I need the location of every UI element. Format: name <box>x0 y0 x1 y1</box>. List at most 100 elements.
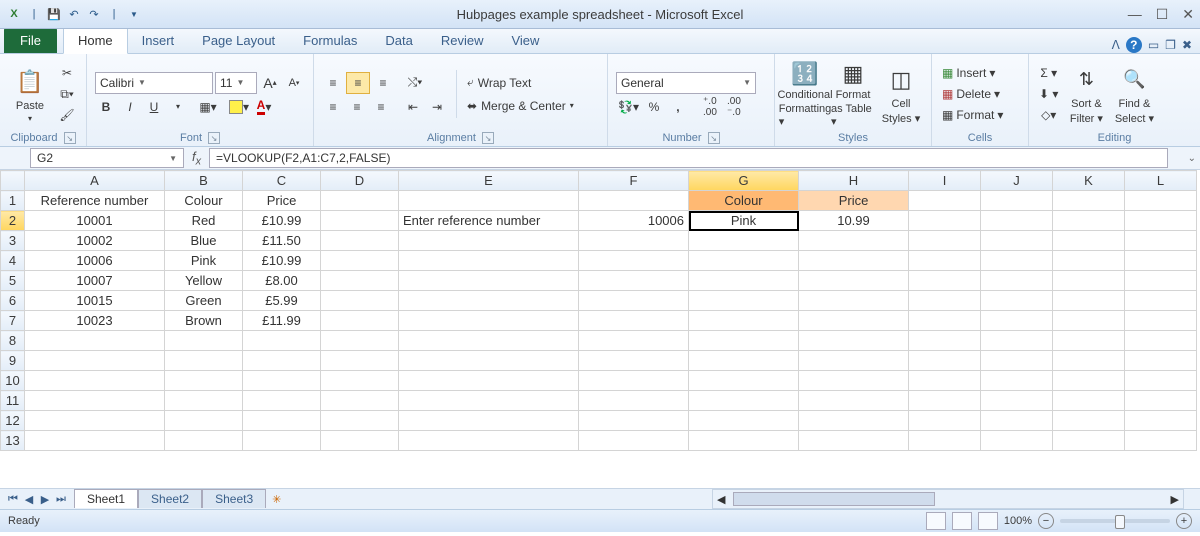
cell-E9[interactable] <box>399 351 579 371</box>
new-sheet-icon[interactable]: ✳ <box>272 493 281 506</box>
increase-decimal-button[interactable]: ⁺.0.00 <box>699 97 721 117</box>
orientation-button[interactable]: ⤭▾ <box>404 73 426 93</box>
cell-I13[interactable] <box>909 431 981 451</box>
cell-C9[interactable] <box>243 351 321 371</box>
window-restore-icon[interactable]: ❐ <box>1165 38 1176 52</box>
zoom-thumb[interactable] <box>1115 515 1125 529</box>
copy-button[interactable]: ⧉▾ <box>56 84 78 104</box>
clear-button[interactable]: ◇▾ <box>1037 105 1060 125</box>
cell-C10[interactable] <box>243 371 321 391</box>
cell-L6[interactable] <box>1125 291 1197 311</box>
cell-A2[interactable]: 10001 <box>25 211 165 231</box>
cell-C5[interactable]: £8.00 <box>243 271 321 291</box>
tab-home[interactable]: Home <box>63 26 128 54</box>
cell-J13[interactable] <box>981 431 1053 451</box>
cell-K12[interactable] <box>1053 411 1125 431</box>
format-as-table-button[interactable]: ▦ Format as Table ▾ <box>831 61 875 127</box>
cell-H6[interactable] <box>799 291 909 311</box>
delete-cells-button[interactable]: ▦Delete ▾ <box>940 84 1008 104</box>
cell-C2[interactable]: £10.99 <box>243 211 321 231</box>
column-header-K[interactable]: K <box>1053 171 1125 191</box>
cell-G4[interactable] <box>689 251 799 271</box>
spreadsheet-grid[interactable]: ABCDEFGHIJKL1Reference numberColourPrice… <box>0 170 1200 488</box>
column-header-A[interactable]: A <box>25 171 165 191</box>
cell-E4[interactable] <box>399 251 579 271</box>
cell-H12[interactable] <box>799 411 909 431</box>
autosum-button[interactable]: Σ ▾ <box>1037 63 1060 83</box>
cell-A10[interactable] <box>25 371 165 391</box>
zoom-in-button[interactable]: + <box>1176 513 1192 529</box>
cell-C7[interactable]: £11.99 <box>243 311 321 331</box>
row-header-11[interactable]: 11 <box>1 391 25 411</box>
font-color-button[interactable]: A▾ <box>253 97 275 117</box>
dialog-launcher-icon[interactable]: ↘ <box>482 132 494 144</box>
row-header-7[interactable]: 7 <box>1 311 25 331</box>
fill-color-button[interactable]: ▾ <box>227 97 251 117</box>
cell-E10[interactable] <box>399 371 579 391</box>
cell-K4[interactable] <box>1053 251 1125 271</box>
column-header-F[interactable]: F <box>579 171 689 191</box>
cell-L2[interactable] <box>1125 211 1197 231</box>
align-left-button[interactable]: ≡ <box>322 97 344 117</box>
cell-C4[interactable]: £10.99 <box>243 251 321 271</box>
cell-D10[interactable] <box>321 371 399 391</box>
paste-button[interactable]: 📋 Paste ▾ <box>8 61 52 127</box>
cell-F10[interactable] <box>579 371 689 391</box>
cell-J6[interactable] <box>981 291 1053 311</box>
cell-D3[interactable] <box>321 231 399 251</box>
row-header-12[interactable]: 12 <box>1 411 25 431</box>
column-header-B[interactable]: B <box>165 171 243 191</box>
cell-A11[interactable] <box>25 391 165 411</box>
cell-F4[interactable] <box>579 251 689 271</box>
cell-D12[interactable] <box>321 411 399 431</box>
cell-B5[interactable]: Yellow <box>165 271 243 291</box>
cell-I2[interactable] <box>909 211 981 231</box>
cell-H13[interactable] <box>799 431 909 451</box>
cell-A6[interactable]: 10015 <box>25 291 165 311</box>
cell-B7[interactable]: Brown <box>165 311 243 331</box>
cell-E6[interactable] <box>399 291 579 311</box>
cell-J8[interactable] <box>981 331 1053 351</box>
cell-A3[interactable]: 10002 <box>25 231 165 251</box>
cell-G3[interactable] <box>689 231 799 251</box>
cell-D13[interactable] <box>321 431 399 451</box>
cell-H1[interactable]: Price <box>799 191 909 211</box>
cell-E8[interactable] <box>399 331 579 351</box>
cell-G2[interactable]: Pink <box>689 211 799 231</box>
cell-L8[interactable] <box>1125 331 1197 351</box>
cell-D11[interactable] <box>321 391 399 411</box>
horizontal-scrollbar[interactable]: ◀ ▶ <box>712 489 1184 509</box>
cell-F11[interactable] <box>579 391 689 411</box>
row-header-4[interactable]: 4 <box>1 251 25 271</box>
column-header-I[interactable]: I <box>909 171 981 191</box>
tab-file[interactable]: File <box>4 27 57 53</box>
column-header-D[interactable]: D <box>321 171 399 191</box>
cell-A7[interactable]: 10023 <box>25 311 165 331</box>
underline-button[interactable]: U <box>143 97 165 117</box>
cell-D5[interactable] <box>321 271 399 291</box>
cell-B13[interactable] <box>165 431 243 451</box>
cell-D1[interactable] <box>321 191 399 211</box>
cell-H9[interactable] <box>799 351 909 371</box>
cell-E12[interactable] <box>399 411 579 431</box>
cell-I12[interactable] <box>909 411 981 431</box>
cell-K13[interactable] <box>1053 431 1125 451</box>
cell-K9[interactable] <box>1053 351 1125 371</box>
cell-K2[interactable] <box>1053 211 1125 231</box>
bold-button[interactable]: B <box>95 97 117 117</box>
decrease-indent-button[interactable]: ⇤ <box>402 97 424 117</box>
cell-K7[interactable] <box>1053 311 1125 331</box>
cell-E13[interactable] <box>399 431 579 451</box>
formula-bar[interactable]: =VLOOKUP(F2,A1:C7,2,FALSE) <box>209 148 1168 168</box>
cell-G1[interactable]: Colour <box>689 191 799 211</box>
cell-G9[interactable] <box>689 351 799 371</box>
insert-cells-button[interactable]: ▦Insert ▾ <box>940 63 1008 83</box>
cell-J12[interactable] <box>981 411 1053 431</box>
dialog-launcher-icon[interactable]: ↘ <box>208 132 220 144</box>
cell-F7[interactable] <box>579 311 689 331</box>
sheet-tab-3[interactable]: Sheet3 <box>202 489 266 508</box>
cell-C13[interactable] <box>243 431 321 451</box>
cell-L12[interactable] <box>1125 411 1197 431</box>
cell-D8[interactable] <box>321 331 399 351</box>
cell-B4[interactable]: Pink <box>165 251 243 271</box>
